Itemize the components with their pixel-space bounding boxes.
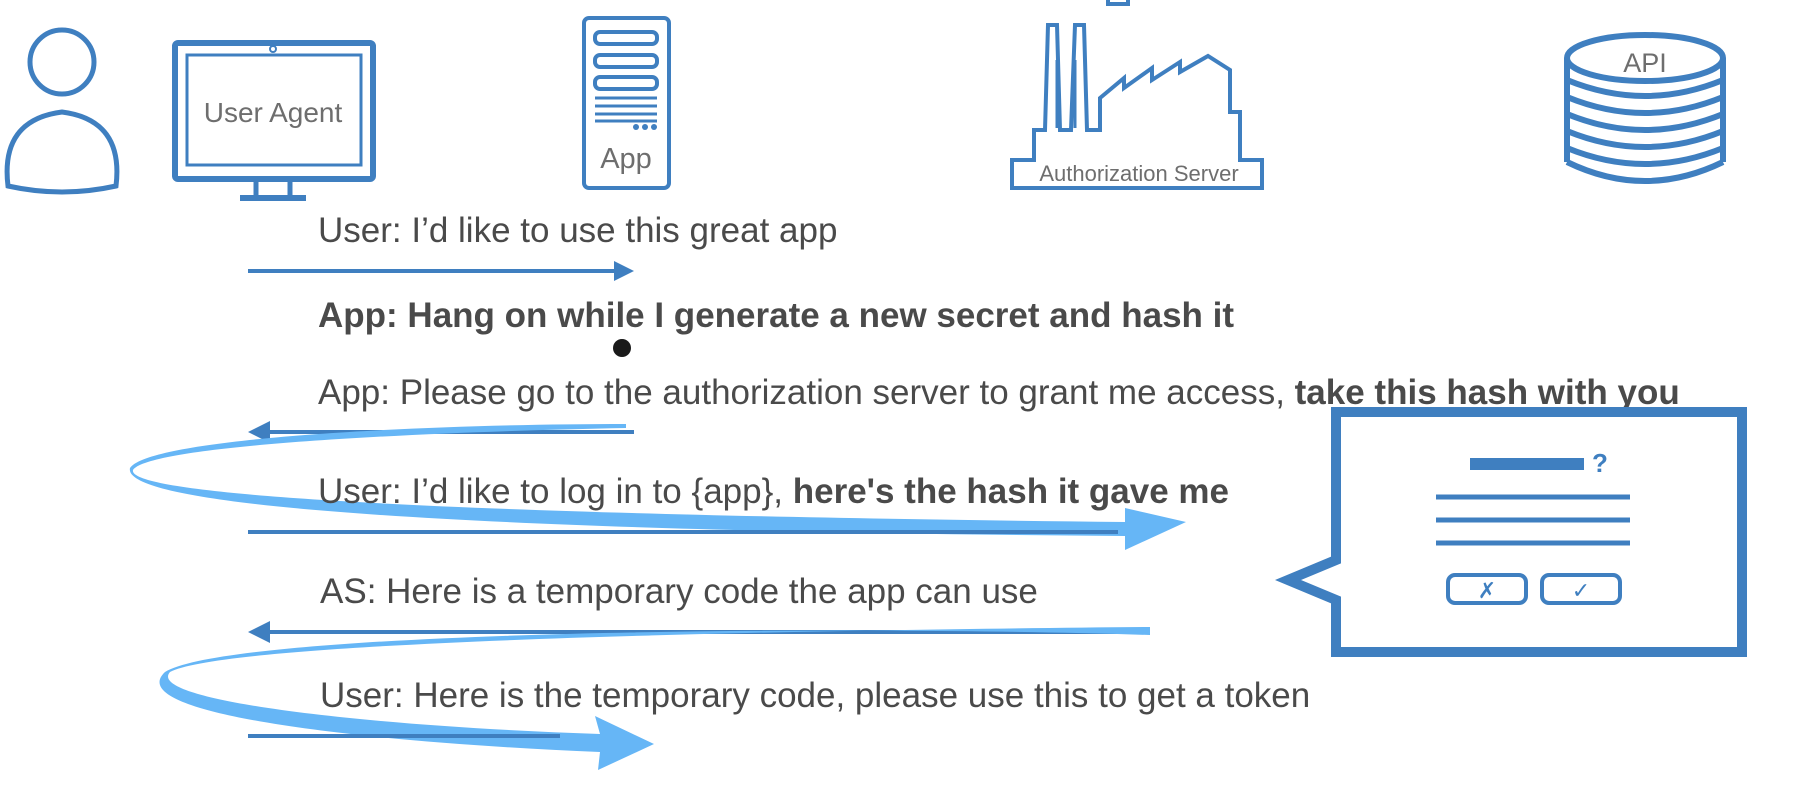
- close-icon: ✗: [1478, 579, 1496, 604]
- message-3-emphasis: take this hash with you: [1295, 373, 1680, 412]
- authorization-server-label: Authorization Server: [1039, 161, 1238, 186]
- dialog-title-bar: [1470, 458, 1584, 470]
- arrow-user-to-app: [248, 261, 634, 281]
- factory-icon: [1010, 0, 1264, 190]
- message-6-text: User: Here is the temporary code, please…: [320, 676, 1310, 715]
- message-1-text: User: I’d like to use this great app: [318, 211, 837, 250]
- oauth-pkce-sequence-diagram: User Agent App Authorization Server API …: [4, 0, 1747, 770]
- user-agent-label: User Agent: [204, 97, 343, 128]
- message-3-text: App: Please go to the authorization serv…: [318, 373, 1680, 412]
- consent-dialog: ? ✗ ✓: [1275, 407, 1747, 657]
- message-4-text: User: I’d like to log in to {app}, here'…: [318, 472, 1229, 511]
- message-3-plain: App: Please go to the authorization serv…: [318, 373, 1295, 412]
- message-4-plain: User: I’d like to log in to {app},: [318, 472, 793, 511]
- app-label: App: [600, 143, 652, 175]
- message-5-text: AS: Here is a temporary code the app can…: [320, 572, 1038, 611]
- deny-button[interactable]: ✗: [1446, 573, 1528, 605]
- approve-button[interactable]: ✓: [1540, 573, 1622, 605]
- pointer-dot: [613, 339, 631, 357]
- api-label: API: [1623, 48, 1667, 78]
- message-2-text: App: Hang on while I generate a new secr…: [318, 296, 1234, 335]
- dialog-question-mark: ?: [1592, 448, 1608, 478]
- person-icon: [4, 27, 120, 195]
- server-led-icon: [633, 124, 657, 130]
- check-icon: ✓: [1572, 579, 1590, 604]
- message-4-emphasis: here's the hash it gave me: [793, 472, 1229, 511]
